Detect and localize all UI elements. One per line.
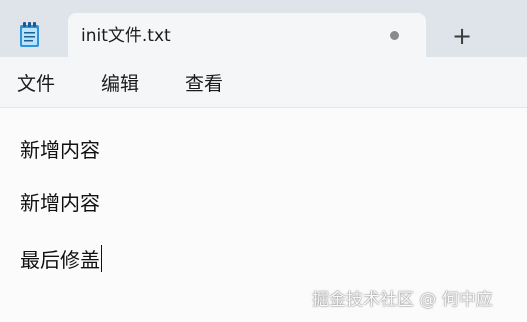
text-caret bbox=[101, 245, 102, 272]
editor-line-text: 新增内容 bbox=[20, 138, 100, 162]
menu-bar: 文件 编辑 查看 bbox=[0, 57, 527, 108]
unsaved-dot-icon[interactable] bbox=[390, 31, 399, 40]
editor-line-2: 新增内容 bbox=[20, 190, 100, 216]
menu-file[interactable]: 文件 bbox=[17, 72, 55, 96]
watermark: 掘金技术社区 @ 何中应 bbox=[312, 290, 493, 310]
notepad-icon bbox=[18, 22, 42, 48]
editor-line-text: 新增内容 bbox=[20, 191, 100, 215]
menu-edit[interactable]: 编辑 bbox=[101, 72, 139, 96]
editor-line-text: 最后修盖 bbox=[20, 248, 100, 272]
tab-title: init文件.txt bbox=[81, 26, 171, 46]
tab-init-file[interactable]: init文件.txt bbox=[68, 13, 426, 59]
new-tab-button[interactable]: + bbox=[449, 23, 475, 49]
editor-line-3: 最后修盖 bbox=[20, 245, 102, 273]
editor-line-1: 新增内容 bbox=[20, 137, 100, 163]
title-bar: init文件.txt + bbox=[0, 0, 527, 59]
menu-view[interactable]: 查看 bbox=[185, 72, 223, 96]
